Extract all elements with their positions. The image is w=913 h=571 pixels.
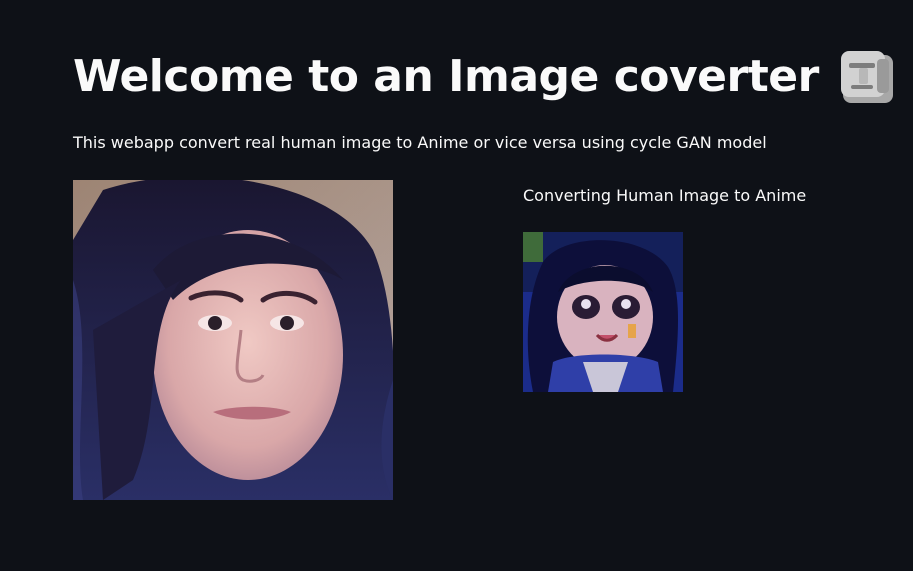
title-row: Welcome to an Image coverter: [73, 40, 897, 112]
output-caption: Converting Human Image to Anime: [523, 186, 807, 205]
page-title: Welcome to an Image coverter: [73, 50, 819, 102]
app-main: Welcome to an Image coverter This webapp…: [0, 0, 913, 571]
anime-output-image: [523, 232, 683, 392]
app-description: This webapp convert real human image to …: [73, 133, 767, 152]
human-photo: [73, 180, 393, 500]
moai-icon: [839, 47, 897, 105]
